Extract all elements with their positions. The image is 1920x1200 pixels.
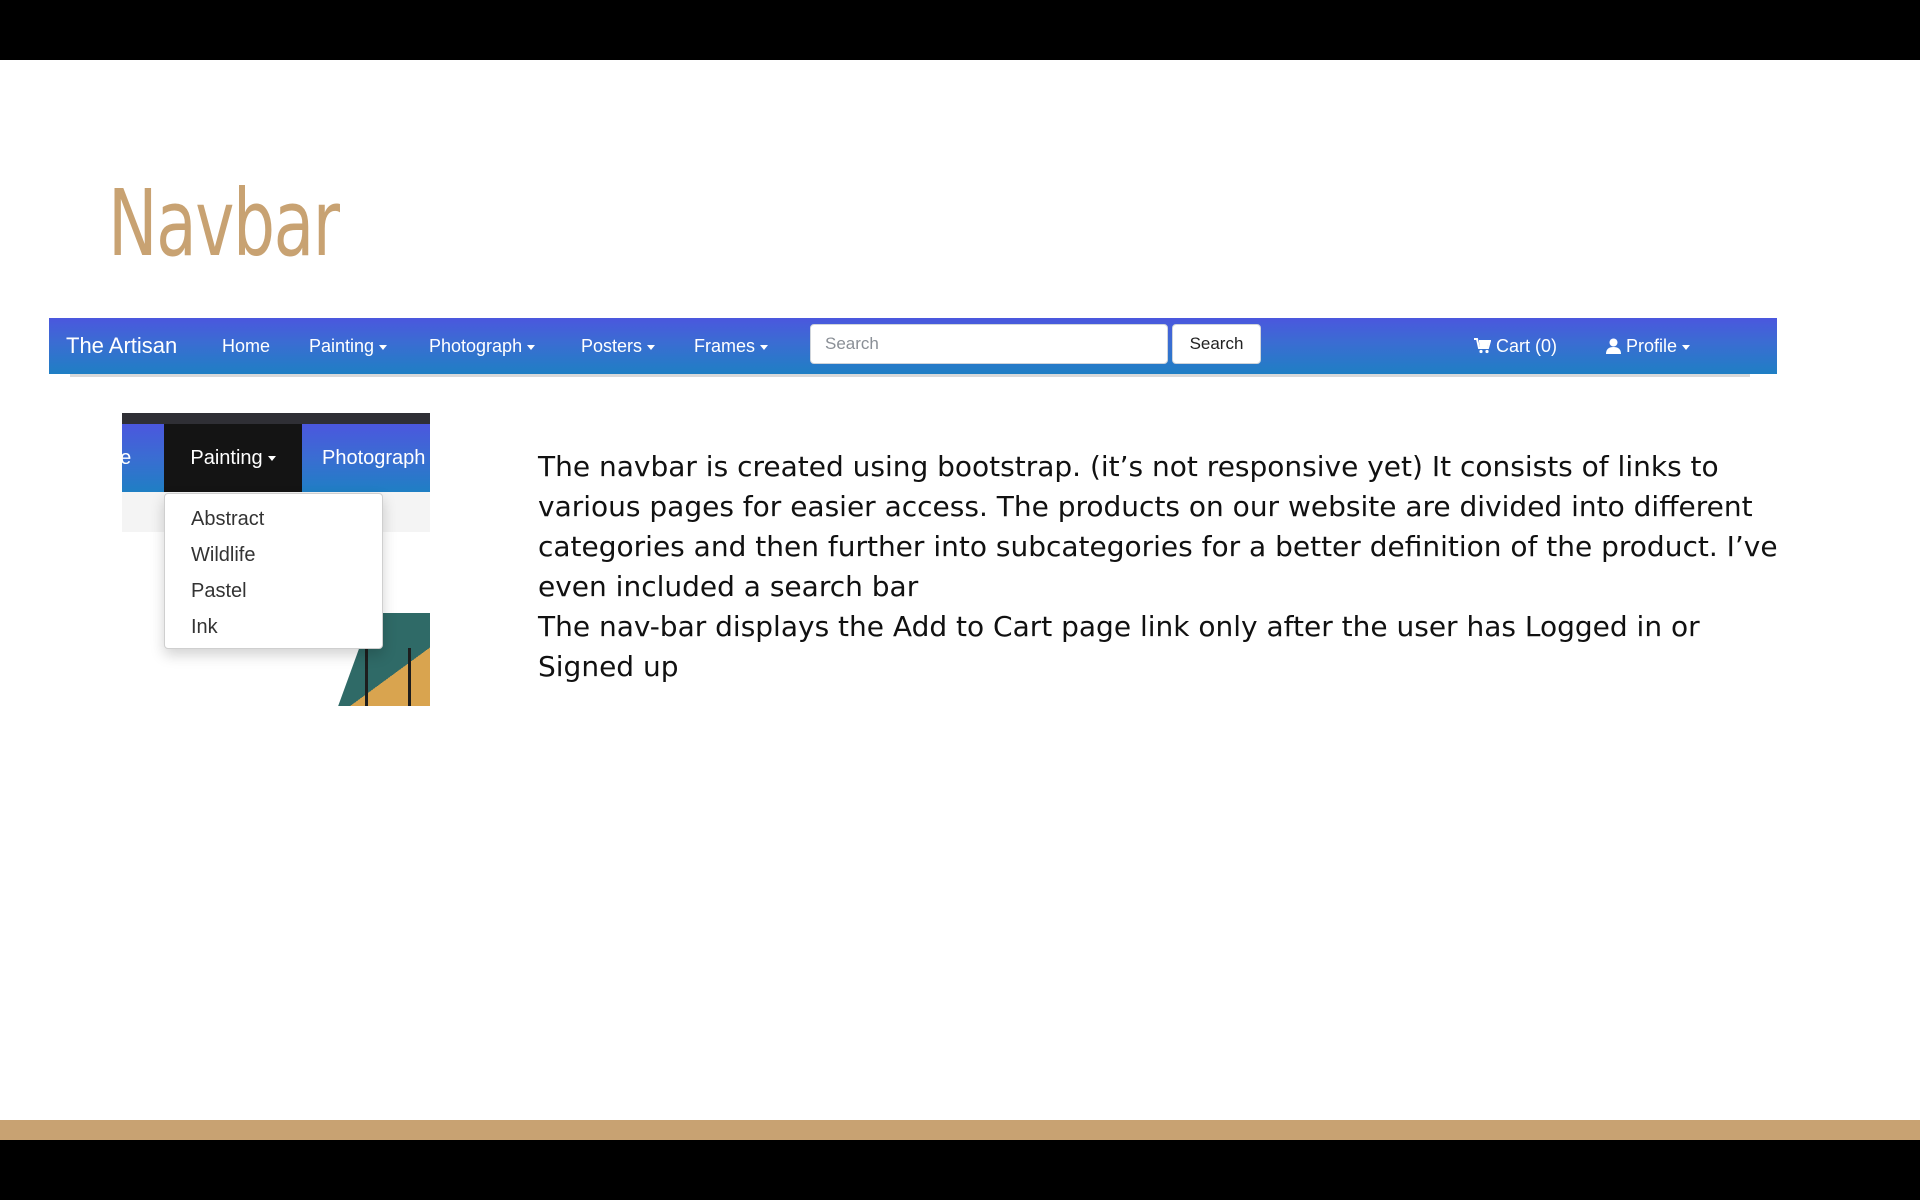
screen: Navbar The Artisan Home Painting Photogr… xyxy=(0,0,1920,1200)
caret-down-icon xyxy=(647,344,656,350)
nav-link-frames[interactable]: Frames xyxy=(694,318,769,374)
description-paragraph: The nav-bar displays the Add to Cart pag… xyxy=(538,610,1700,683)
nav-link-photograph[interactable]: Photograph xyxy=(429,318,536,374)
nav-link-label: Painting xyxy=(309,336,375,356)
artwork-detail xyxy=(365,648,411,706)
caret-down-icon xyxy=(1682,344,1691,350)
slide-title: Navbar xyxy=(108,170,340,277)
nav-link-label: Photograph xyxy=(429,336,523,356)
navbar-screenshot: The Artisan Home Painting Photograph Pos… xyxy=(49,318,1777,374)
presentation-slide: Navbar The Artisan Home Painting Photogr… xyxy=(0,60,1920,1140)
nav-link-label: Home xyxy=(222,336,271,356)
search-button[interactable]: Search xyxy=(1172,324,1261,364)
navbar-brand[interactable]: The Artisan xyxy=(66,318,177,374)
description-paragraph: The navbar is created using bootstrap. (… xyxy=(538,450,1778,603)
crop-nav-home[interactable]: ne xyxy=(122,424,131,492)
crop-nav-photograph[interactable]: Photograph xyxy=(322,424,425,492)
dropdown-item-abstract[interactable]: Abstract xyxy=(165,504,382,540)
dropdown-item-ink[interactable]: Ink xyxy=(165,612,382,648)
caret-down-icon xyxy=(760,344,769,350)
nav-link-label: Posters xyxy=(581,336,643,356)
slide-description: The navbar is created using bootstrap. (… xyxy=(538,447,1778,687)
profile-link[interactable]: Profile xyxy=(1606,318,1691,374)
dropdown-screenshot: ne Painting Photograph Abstract Wildlife… xyxy=(122,413,430,706)
crop-nav-label: Painting xyxy=(190,447,263,469)
footer-accent-band xyxy=(0,1120,1920,1140)
nav-link-posters[interactable]: Posters xyxy=(581,318,656,374)
cart-label: Cart (0) xyxy=(1496,336,1558,356)
dropdown-item-wildlife[interactable]: Wildlife xyxy=(165,540,382,576)
painting-dropdown-menu: Abstract Wildlife Pastel Ink xyxy=(164,493,383,649)
crop-nav-painting-active[interactable]: Painting xyxy=(164,424,302,492)
caret-down-icon xyxy=(379,344,388,350)
nav-link-label: Frames xyxy=(694,336,756,356)
navbar-shadow xyxy=(70,374,1750,377)
search-input[interactable] xyxy=(810,324,1168,364)
nav-link-painting[interactable]: Painting xyxy=(309,318,388,374)
crop-top-strip xyxy=(122,413,430,424)
user-icon xyxy=(1606,338,1621,354)
caret-down-icon xyxy=(527,344,536,350)
caret-down-icon xyxy=(267,456,276,462)
cart-link[interactable]: Cart (0) xyxy=(1474,318,1557,374)
cart-icon xyxy=(1474,338,1492,354)
profile-label: Profile xyxy=(1626,336,1678,356)
dropdown-item-pastel[interactable]: Pastel xyxy=(165,576,382,612)
nav-link-home[interactable]: Home xyxy=(222,318,270,374)
